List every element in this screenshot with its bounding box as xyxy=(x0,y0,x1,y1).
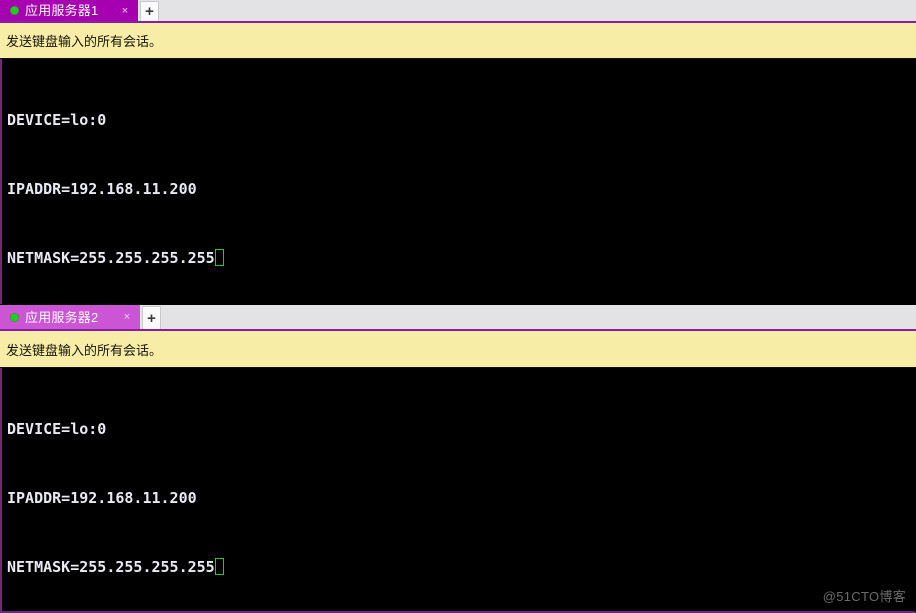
green-dot-icon xyxy=(10,6,19,15)
terminal-output-2[interactable]: DEVICE=lo:0 IPADDR=192.168.11.200 NETMAS… xyxy=(0,368,916,613)
terminal-line: IPADDR=192.168.11.200 xyxy=(7,487,915,510)
tab-session-1[interactable]: 应用服务器1 × xyxy=(0,0,138,21)
close-icon[interactable]: × xyxy=(118,4,132,18)
broadcast-notice-2: 发送键盘输入的所有会话。 xyxy=(0,331,916,368)
text-cursor xyxy=(214,249,224,266)
session-pane-2: 应用服务器2 × + 发送键盘输入的所有会话。 DEVICE=lo:0 IPAD… xyxy=(0,304,916,613)
terminal-line-text: DEVICE=lo:0 xyxy=(7,111,107,129)
tab-strip-empty-area-1 xyxy=(159,0,916,21)
terminal-line: IPADDR=192.168.11.200 xyxy=(7,178,915,201)
terminal-line: NETMASK=255.255.255.255 xyxy=(7,247,915,270)
tab-strip-1: 应用服务器1 × + xyxy=(0,0,916,23)
tab-strip-2: 应用服务器2 × + xyxy=(0,304,916,331)
tab-session-2-label: 应用服务器2 xyxy=(25,309,99,325)
terminal-output-1[interactable]: DEVICE=lo:0 IPADDR=192.168.11.200 NETMAS… xyxy=(0,59,916,304)
close-icon[interactable]: × xyxy=(120,310,134,324)
tab-strip-empty-area-2 xyxy=(161,305,916,329)
terminal-line-text: DEVICE=lo:0 xyxy=(7,420,107,438)
add-tab-button[interactable]: + xyxy=(140,1,159,21)
terminal-line-text: IPADDR=192.168.11.200 xyxy=(7,489,197,507)
broadcast-notice-1: 发送键盘输入的所有会话。 xyxy=(0,23,916,59)
session-pane-1: 应用服务器1 × + 发送键盘输入的所有会话。 DEVICE=lo:0 IPAD… xyxy=(0,0,916,304)
terminal-line-text: NETMASK=255.255.255.255 xyxy=(7,558,215,576)
green-dot-icon xyxy=(10,312,19,322)
terminal-line: DEVICE=lo:0 xyxy=(7,109,915,132)
terminal-line-text: IPADDR=192.168.11.200 xyxy=(7,180,197,198)
tab-session-1-label: 应用服务器1 xyxy=(25,3,99,18)
terminal-line-text: NETMASK=255.255.255.255 xyxy=(7,249,215,267)
tab-session-2[interactable]: 应用服务器2 × xyxy=(0,305,140,329)
add-tab-button[interactable]: + xyxy=(142,306,161,329)
terminal-line: DEVICE=lo:0 xyxy=(7,418,915,441)
text-cursor xyxy=(214,558,224,575)
terminal-multiplexer-window: 应用服务器1 × + 发送键盘输入的所有会话。 DEVICE=lo:0 IPAD… xyxy=(0,0,916,613)
terminal-line: NETMASK=255.255.255.255 xyxy=(7,556,915,579)
